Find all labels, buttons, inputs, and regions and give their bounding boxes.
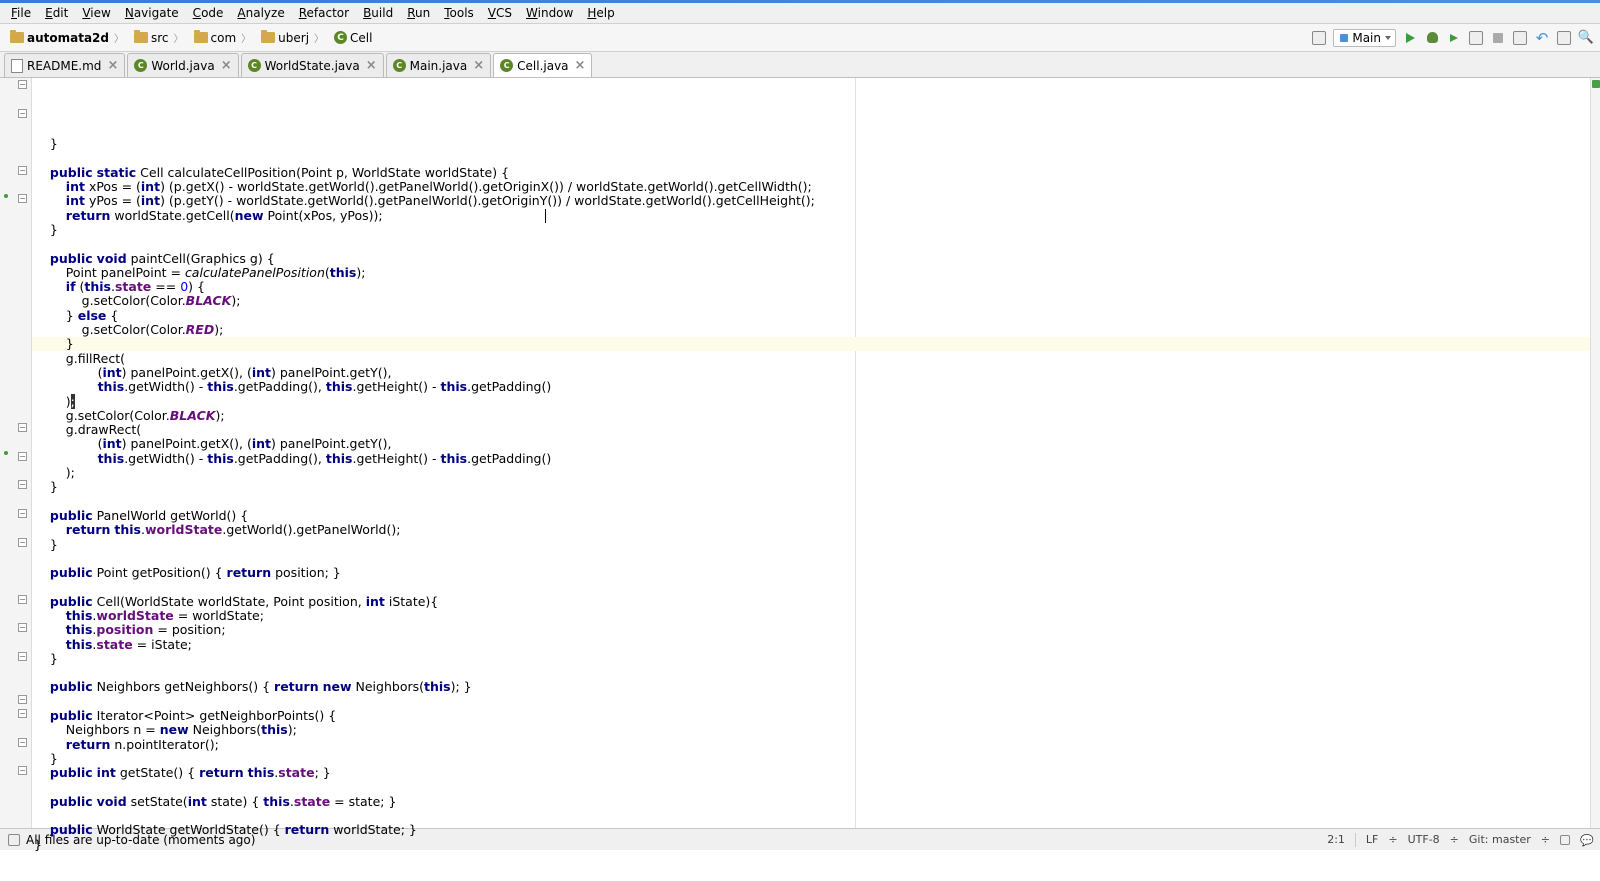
close-icon[interactable]: ×: [366, 58, 377, 73]
menu-run[interactable]: Run: [400, 4, 437, 22]
fold-toggle[interactable]: −: [18, 109, 27, 118]
fold-toggle[interactable]: −: [18, 166, 27, 175]
breadcrumb-uberj[interactable]: uberj〉: [257, 29, 328, 46]
code-area[interactable]: } public static Cell calculateCellPositi…: [32, 78, 1600, 828]
folder-icon: [10, 32, 24, 43]
close-icon[interactable]: ×: [221, 58, 232, 73]
menu-view[interactable]: View: [75, 4, 117, 22]
fold-toggle[interactable]: −: [18, 738, 27, 747]
stop-button[interactable]: [1490, 30, 1506, 46]
menu-window[interactable]: Window: [519, 4, 580, 22]
file-icon: [11, 59, 23, 73]
tab-world[interactable]: CWorld.java×: [127, 53, 238, 77]
fold-toggle[interactable]: −: [18, 709, 27, 718]
menu-help[interactable]: Help: [580, 4, 621, 22]
inspection-ok-icon: [1592, 80, 1600, 88]
gutter[interactable]: − − − − − − − − − − − − − − − −: [0, 78, 32, 828]
menu-file[interactable]: File: [4, 4, 38, 22]
breadcrumbs: automata2d〉 src〉 com〉 uberj〉 CCell: [6, 29, 376, 46]
menu-edit[interactable]: Edit: [38, 4, 75, 22]
menu-navigate[interactable]: Navigate: [118, 4, 186, 22]
editor-tabs: README.md× CWorld.java× CWorldState.java…: [0, 52, 1600, 78]
profile-button[interactable]: [1468, 30, 1484, 46]
fold-toggle[interactable]: −: [18, 423, 27, 432]
build-icon[interactable]: [1311, 30, 1327, 46]
search-everywhere-button[interactable]: 🔍: [1578, 30, 1594, 46]
class-icon: C: [248, 59, 261, 72]
vcs-update-button[interactable]: ↶: [1534, 30, 1550, 46]
close-icon[interactable]: ×: [107, 58, 118, 73]
fold-toggle[interactable]: −: [18, 538, 27, 547]
debug-button[interactable]: [1424, 30, 1440, 46]
editor: − − − − − − − − − − − − − − − − } public static Cell ca…: [0, 78, 1600, 828]
fold-toggle[interactable]: −: [18, 695, 27, 704]
change-marker: [4, 451, 8, 455]
class-icon: C: [500, 59, 513, 72]
fold-toggle[interactable]: −: [18, 766, 27, 775]
change-marker: [4, 194, 8, 198]
folder-icon: [194, 32, 208, 43]
fold-toggle[interactable]: −: [18, 480, 27, 489]
toolbar-right: Main ↶ 🔍: [1311, 29, 1594, 47]
close-icon[interactable]: ×: [575, 58, 586, 73]
menubar: File Edit View Navigate Code Analyze Ref…: [0, 3, 1600, 24]
menu-build[interactable]: Build: [356, 4, 400, 22]
tab-cell[interactable]: CCell.java×: [493, 53, 592, 77]
tab-readme[interactable]: README.md×: [4, 53, 125, 77]
menu-tools[interactable]: Tools: [437, 4, 481, 22]
breadcrumb-project[interactable]: automata2d〉: [6, 29, 128, 46]
breadcrumb-class[interactable]: CCell: [330, 30, 376, 46]
status-icon[interactable]: [8, 834, 20, 846]
breadcrumb-src[interactable]: src〉: [130, 29, 188, 46]
run-config-selector[interactable]: Main: [1333, 29, 1396, 47]
vcs-commit-button[interactable]: [1556, 30, 1572, 46]
fold-toggle[interactable]: −: [18, 80, 27, 89]
class-icon: C: [134, 59, 147, 72]
folder-icon: [261, 32, 275, 43]
folder-icon: [134, 32, 148, 43]
fold-toggle[interactable]: −: [18, 652, 27, 661]
fold-toggle[interactable]: −: [18, 623, 27, 632]
tab-worldstate[interactable]: CWorldState.java×: [241, 53, 384, 77]
breadcrumb-com[interactable]: com〉: [190, 29, 256, 46]
menu-analyze[interactable]: Analyze: [230, 4, 291, 22]
menu-code[interactable]: Code: [186, 4, 231, 22]
fold-toggle[interactable]: −: [18, 509, 27, 518]
run-coverage-button[interactable]: [1446, 30, 1462, 46]
attach-button[interactable]: [1512, 30, 1528, 46]
code-text: } public static Cell calculateCellPositi…: [34, 137, 1600, 852]
tab-main[interactable]: CMain.java×: [386, 53, 492, 77]
fold-toggle[interactable]: −: [18, 452, 27, 461]
close-icon[interactable]: ×: [473, 58, 484, 73]
class-icon: C: [334, 31, 347, 44]
run-button[interactable]: [1402, 30, 1418, 46]
class-icon: C: [393, 59, 406, 72]
fold-toggle[interactable]: −: [18, 595, 27, 604]
fold-toggle[interactable]: −: [18, 194, 27, 203]
menu-refactor[interactable]: Refactor: [292, 4, 356, 22]
menu-vcs[interactable]: VCS: [481, 4, 519, 22]
toolbar: automata2d〉 src〉 com〉 uberj〉 CCell Main …: [0, 24, 1600, 52]
